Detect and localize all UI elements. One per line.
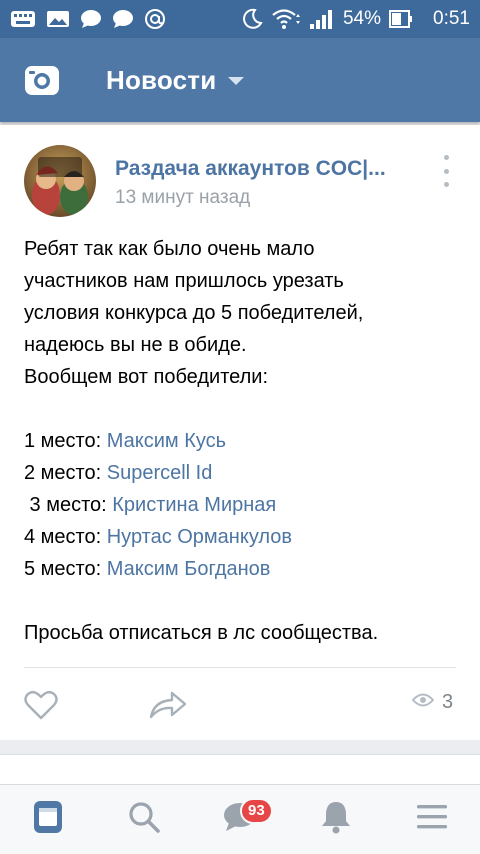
post-timestamp: 13 минут назад — [115, 187, 251, 208]
winner-row: 2 место: Supercell Id — [24, 457, 464, 489]
heart-icon[interactable] — [24, 689, 58, 721]
post-text-line: надеюсь вы не в обиде. — [24, 334, 247, 356]
signal-icon — [309, 8, 335, 30]
battery-percent: 54% — [342, 8, 382, 29]
post-text-line: Просьба отписаться в лс сообщества. — [24, 622, 379, 644]
search-icon — [128, 801, 160, 838]
page-title: Новости — [106, 64, 217, 95]
moon-icon — [241, 8, 263, 30]
views-count: 3 — [442, 691, 454, 713]
view-counter: 3 — [411, 691, 454, 714]
post-text-line: участников нам пришлось урезать — [24, 270, 344, 292]
chat-bubble-icon — [112, 9, 134, 29]
menu-icon — [417, 804, 447, 835]
post-text-line: Ребят так как было очень мало — [24, 238, 315, 260]
wifi-icon — [271, 8, 301, 30]
keyboard-icon — [10, 9, 36, 29]
winner-link[interactable]: Supercell Id — [107, 462, 213, 484]
share-icon[interactable] — [148, 689, 188, 721]
chat-bubble-icon — [80, 9, 102, 29]
image-icon — [46, 9, 70, 29]
tab-notifications[interactable] — [304, 792, 368, 848]
app-header: Новости — [0, 38, 480, 122]
winner-place: 2 место: — [24, 462, 107, 484]
winner-place: 4 место: — [24, 526, 107, 548]
post-author[interactable]: Раздача аккаунтов COC|... — [115, 157, 405, 181]
tab-messages[interactable]: 93 — [208, 792, 273, 848]
winner-link[interactable]: Максим Богданов — [107, 558, 271, 580]
winner-row: 5 место: Максим Богданов — [24, 553, 464, 585]
divider — [24, 667, 456, 668]
status-notifications — [10, 8, 166, 30]
feed-selector[interactable]: Новости — [106, 64, 245, 96]
camera-icon[interactable] — [24, 62, 60, 98]
messages-badge: 93 — [240, 797, 273, 824]
bottom-tab-bar: 93 — [0, 784, 480, 854]
clock: 0:51 — [433, 8, 470, 29]
post-text-line: условия конкурса до 5 победителей, — [24, 302, 364, 324]
chevron-down-icon — [228, 77, 245, 85]
winner-link[interactable]: Нуртас Орманкулов — [107, 526, 292, 548]
more-options-icon[interactable] — [436, 151, 456, 191]
status-bar: 54% 0:51 — [0, 0, 480, 38]
tab-search[interactable] — [112, 792, 176, 848]
winner-place: 3 место: — [24, 494, 113, 516]
post-text: Ребят так как было очень мало участников… — [24, 233, 464, 649]
at-icon — [144, 8, 166, 30]
post-actions: 3 — [0, 685, 480, 725]
winner-link[interactable]: Максим Кусь — [107, 430, 226, 452]
post-text-line: Вообщем вот победители: — [24, 366, 269, 388]
winner-place: 1 место: — [24, 430, 107, 452]
status-system: 54% 0:51 — [241, 8, 470, 30]
bell-icon — [321, 800, 351, 839]
winner-place: 5 место: — [24, 558, 107, 580]
winner-row: 3 место: Кристина Мирная — [24, 489, 464, 521]
winner-row: 1 место: Максим Кусь — [24, 425, 464, 457]
tab-news[interactable] — [16, 792, 80, 848]
tab-menu[interactable] — [400, 792, 464, 848]
news-icon — [33, 800, 63, 839]
eye-icon — [411, 692, 435, 713]
avatar[interactable] — [24, 145, 96, 217]
winner-link[interactable]: Кристина Мирная — [112, 494, 276, 516]
battery-icon — [389, 8, 413, 30]
next-post-card — [0, 754, 480, 784]
winner-row: 4 место: Нуртас Орманкулов — [24, 521, 464, 553]
post-card: Раздача аккаунтов COC|... 13 минут назад… — [0, 125, 480, 740]
